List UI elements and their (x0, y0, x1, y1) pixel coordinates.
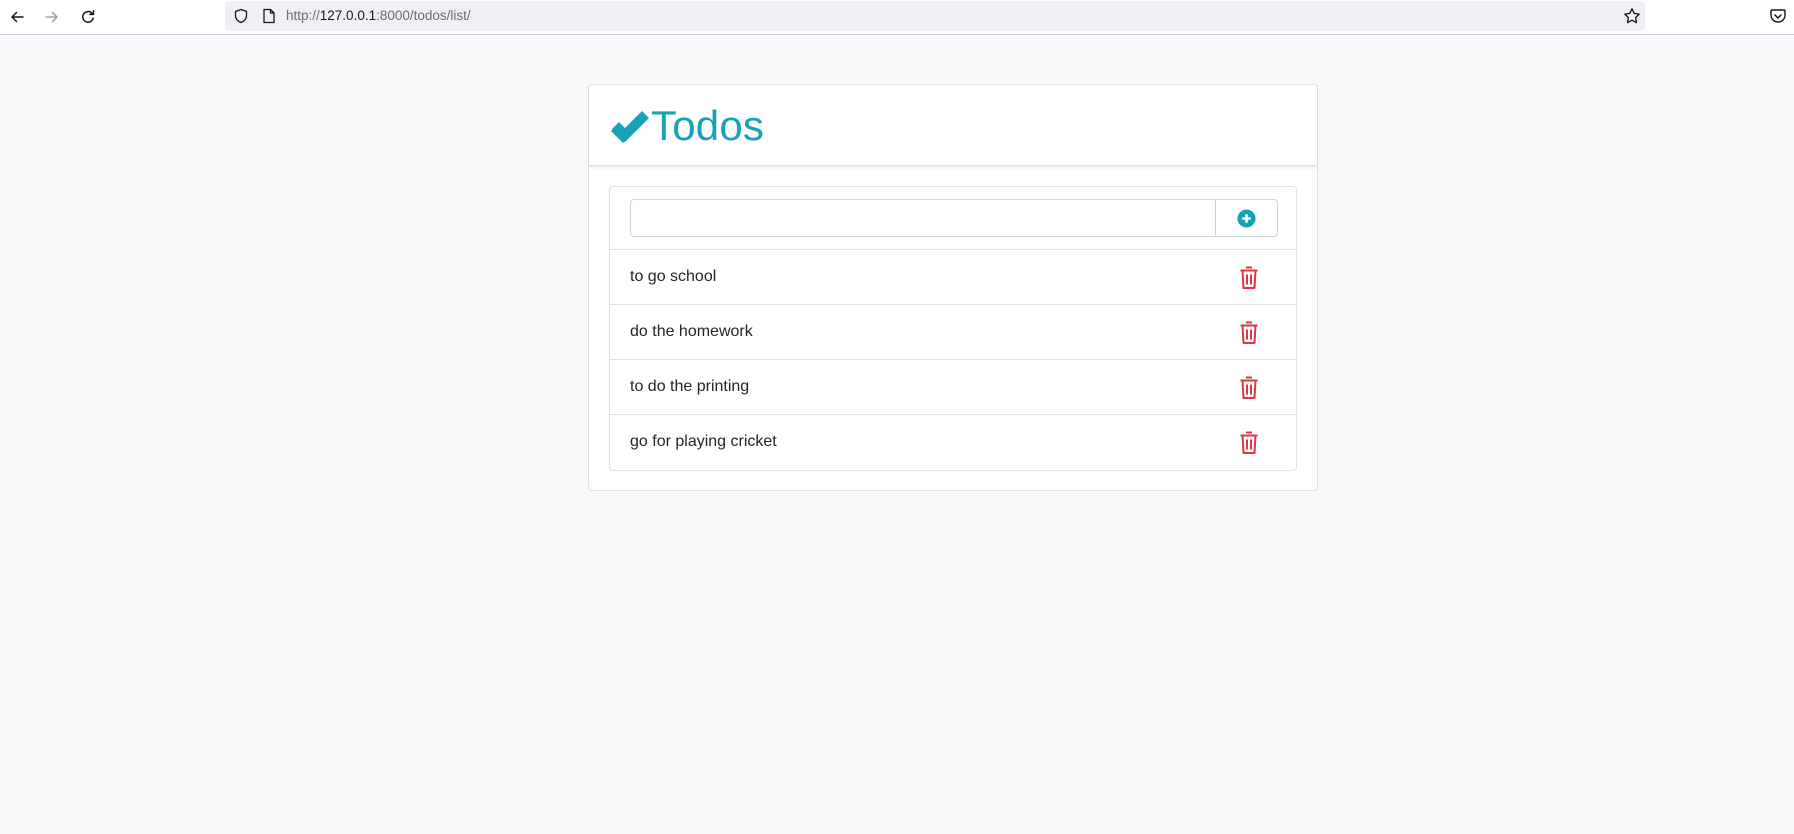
address-bar[interactable]: http://127.0.0.1:8000/todos/list/ (225, 1, 1645, 31)
plus-circle-icon (1237, 208, 1256, 228)
pocket-icon[interactable] (1769, 7, 1787, 25)
url-host: 127.0.0.1 (319, 8, 377, 23)
delete-todo-button[interactable] (1239, 266, 1259, 290)
star-icon[interactable] (1623, 7, 1641, 25)
trash-icon (1240, 266, 1258, 289)
todo-text: do the homework (630, 323, 753, 340)
brand: Todos (609, 102, 764, 150)
card-header: Todos (589, 85, 1317, 166)
page-icon[interactable] (262, 8, 276, 24)
url-prefix: http:// (286, 8, 320, 23)
todo-text: to do the printing (630, 378, 750, 395)
forward-button[interactable] (38, 3, 66, 31)
page-title: Todos (651, 102, 765, 149)
todo-list: to go school do the homework to do the p… (609, 186, 1297, 471)
double-check-icon (611, 111, 649, 143)
url-text[interactable]: http://127.0.0.1:8000/todos/list/ (286, 8, 471, 24)
forward-arrow-icon (45, 11, 58, 23)
todo-text: go for playing cricket (630, 433, 777, 450)
browser-toolbar: http://127.0.0.1:8000/todos/list/ (0, 0, 1794, 35)
list-item: do the homework (610, 305, 1296, 360)
todo-text: to go school (630, 268, 717, 285)
reload-icon (82, 10, 95, 23)
list-item: to go school (610, 250, 1296, 305)
delete-todo-button[interactable] (1239, 431, 1259, 455)
back-arrow-icon (11, 11, 24, 23)
new-todo-input[interactable] (630, 199, 1215, 237)
url-path: :8000/todos/list/ (376, 8, 471, 23)
delete-todo-button[interactable] (1239, 321, 1259, 345)
list-item: to do the printing (610, 360, 1296, 415)
delete-todo-button[interactable] (1239, 376, 1259, 400)
reload-button[interactable] (74, 3, 102, 31)
trash-icon (1240, 376, 1258, 399)
add-todo-row (610, 187, 1296, 250)
trash-icon (1240, 321, 1258, 344)
list-item: go for playing cricket (610, 415, 1296, 470)
trash-icon (1240, 431, 1258, 454)
shield-icon[interactable] (233, 8, 249, 24)
add-todo-button[interactable] (1215, 199, 1278, 237)
back-button[interactable] (3, 3, 31, 31)
todo-card: Todos to go school do the homework to do… (588, 84, 1318, 491)
